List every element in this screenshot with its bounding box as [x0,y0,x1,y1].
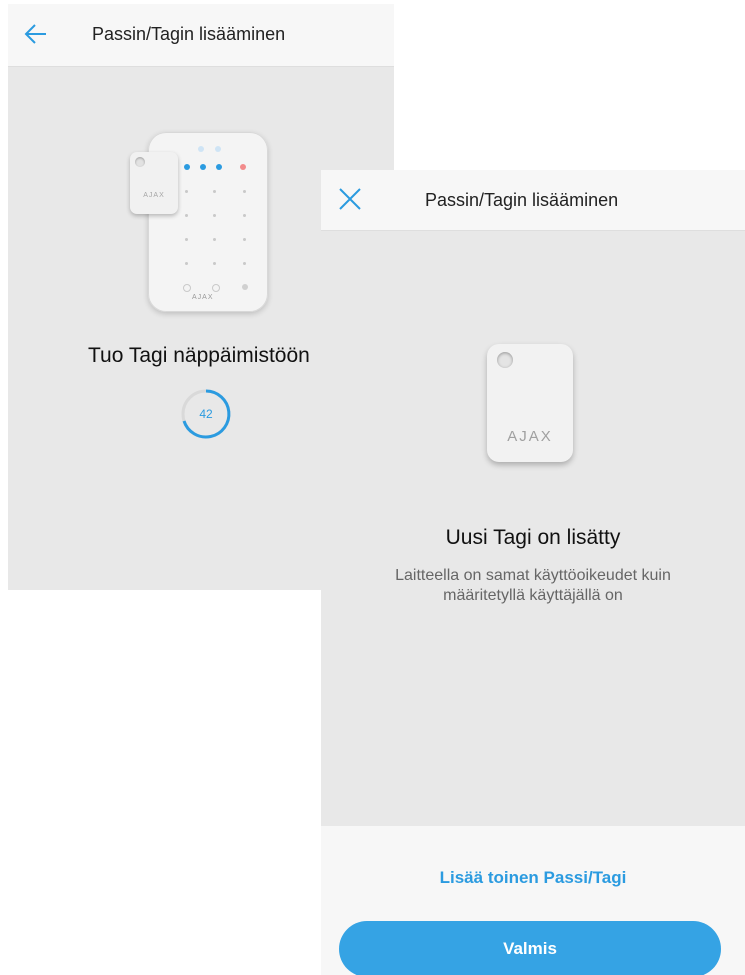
add-another-tag-link[interactable]: Lisää toinen Passi/Tagi [321,868,745,888]
app-bar: Passin/Tagin lisääminen [8,4,394,67]
page-title: Passin/Tagin lisääminen [92,24,286,44]
action-area: Lisää toinen Passi/Tagi Valmis [321,826,745,975]
instruction-text: Tuo Tagi näppäimistöön [88,344,310,367]
success-title: Uusi Tagi on lisätty [445,526,621,549]
keypad-logo: AJAX [192,294,214,301]
tag-image: AJAX [487,344,573,462]
arrow-left-icon[interactable] [22,20,50,48]
tag-image-small: AJAX [130,152,178,214]
close-icon[interactable] [337,186,363,212]
tag-logo: AJAX [143,192,165,199]
done-button[interactable]: Valmis [339,921,721,975]
app-bar: Passin/Tagin lisääminen [321,170,745,231]
page-title: Passin/Tagin lisääminen [425,190,619,210]
countdown-value: 42 [199,407,213,421]
tag-added-screen: Passin/Tagin lisääminen AJAX Uusi Tagi o… [321,170,745,975]
tag-logo: AJAX [507,428,553,445]
success-description: Laitteella on samat käyttöoikeudet kuin … [395,567,671,604]
